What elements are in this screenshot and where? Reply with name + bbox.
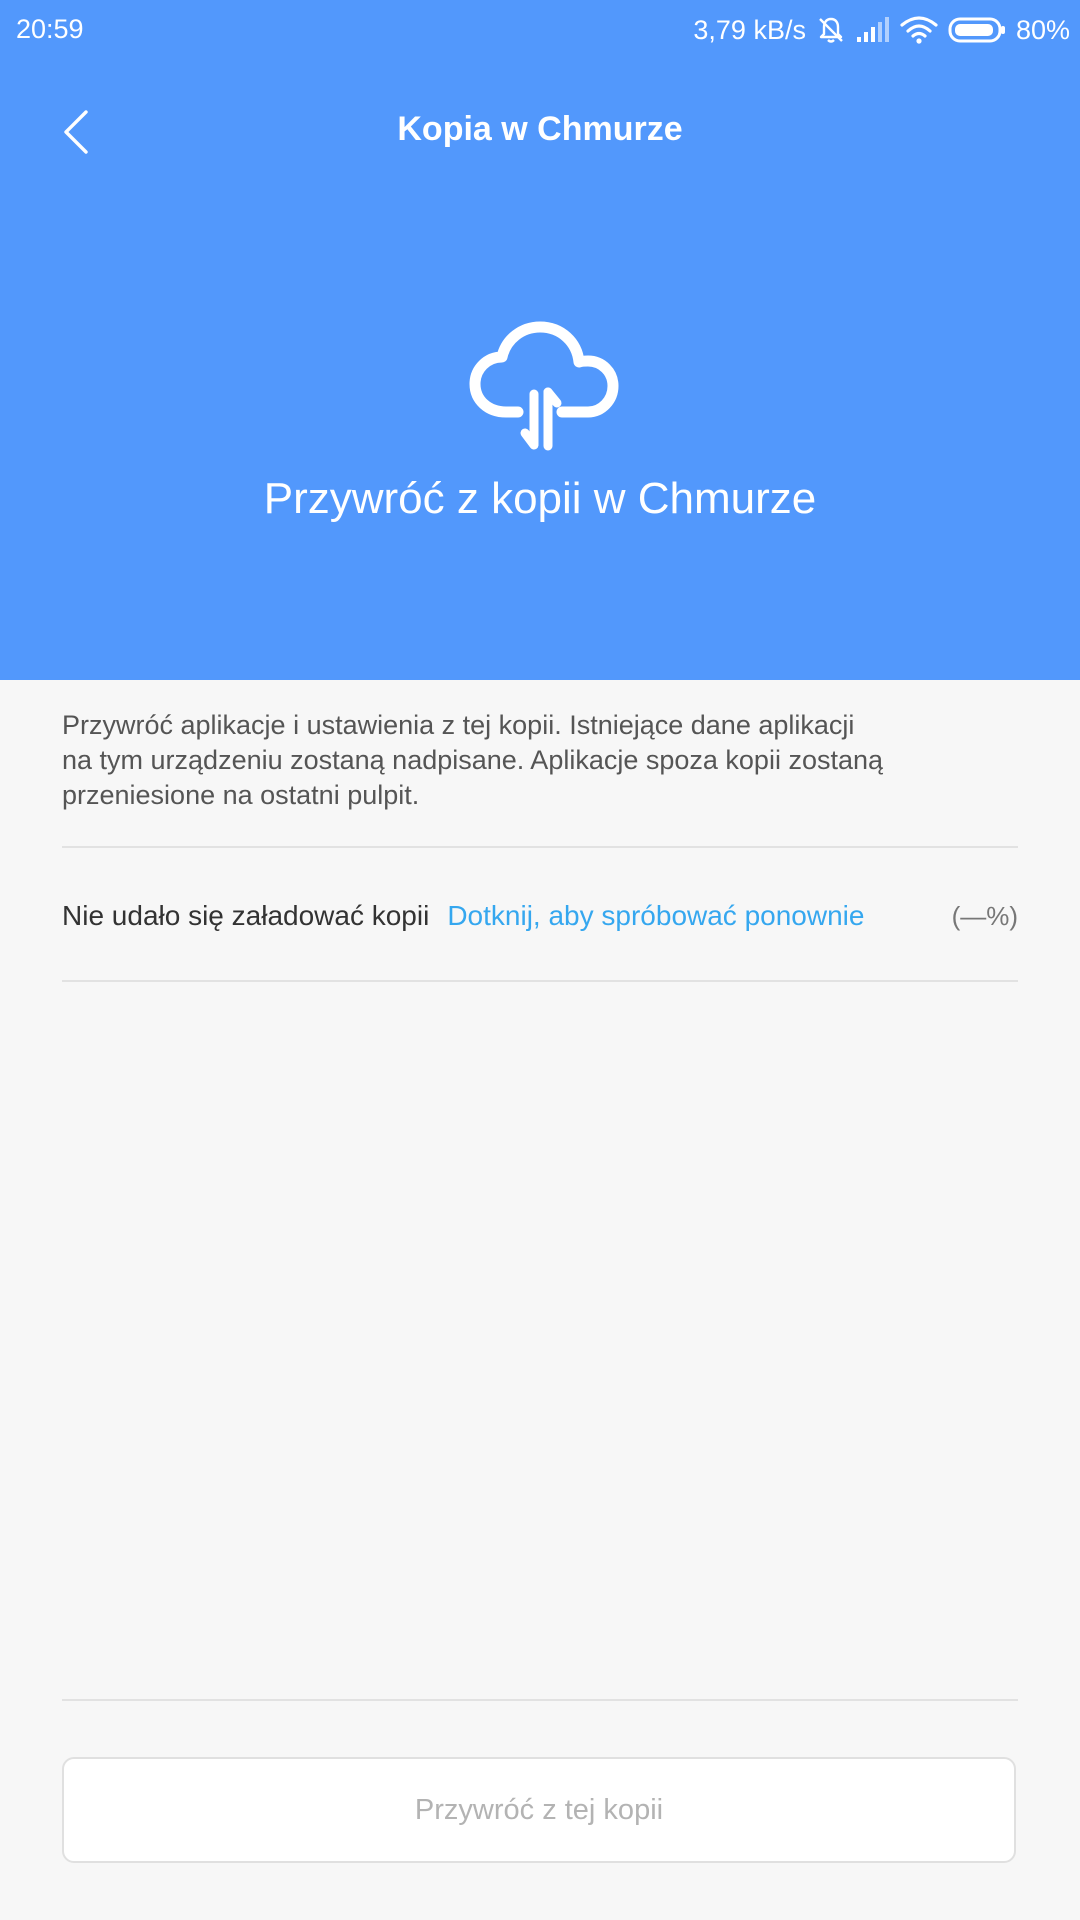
restore-button[interactable]: Przywróć z tej kopii xyxy=(62,1757,1016,1863)
title-bar: Kopia w Chmurze xyxy=(0,90,1080,174)
status-right: 3,79 kB/s 80% xyxy=(693,12,1070,48)
header: 20:59 3,79 kB/s 80% Kopia w Chmurze Przy… xyxy=(0,0,1080,680)
divider xyxy=(62,980,1018,982)
battery-percent: 80% xyxy=(1015,14,1070,45)
status-bar: 20:59 3,79 kB/s 80% xyxy=(0,0,1080,62)
progress-percent: (—%) xyxy=(951,900,1018,931)
cloud-sync-icon xyxy=(469,321,619,451)
status-time: 20:59 xyxy=(16,14,84,44)
battery-icon xyxy=(948,16,1006,44)
description-line: przeniesione na ostatni pulpit. xyxy=(62,780,420,810)
description: Przywróć aplikacje i ustawienia z tej ko… xyxy=(62,708,1022,813)
network-speed: 3,79 kB/s xyxy=(693,14,806,45)
bell-muted-icon xyxy=(816,15,846,45)
divider xyxy=(62,846,1018,848)
retry-link[interactable]: Dotknij, aby spróbować ponownie xyxy=(447,900,864,932)
hero-title: Przywróć z kopii w Chmurze xyxy=(263,474,817,523)
signal-icon xyxy=(856,17,890,43)
wifi-icon xyxy=(900,15,938,45)
load-status-row: Nie udało się załadować kopii Dotknij, a… xyxy=(62,896,1018,936)
description-line: Przywróć aplikacje i ustawienia z tej ko… xyxy=(62,710,855,740)
divider xyxy=(62,1699,1018,1701)
page-title: Kopia w Chmurze xyxy=(397,110,683,148)
load-error-text: Nie udało się załadować kopii xyxy=(62,900,430,931)
description-line: na tym urządzeniu zostaną nadpisane. Apl… xyxy=(62,745,884,775)
